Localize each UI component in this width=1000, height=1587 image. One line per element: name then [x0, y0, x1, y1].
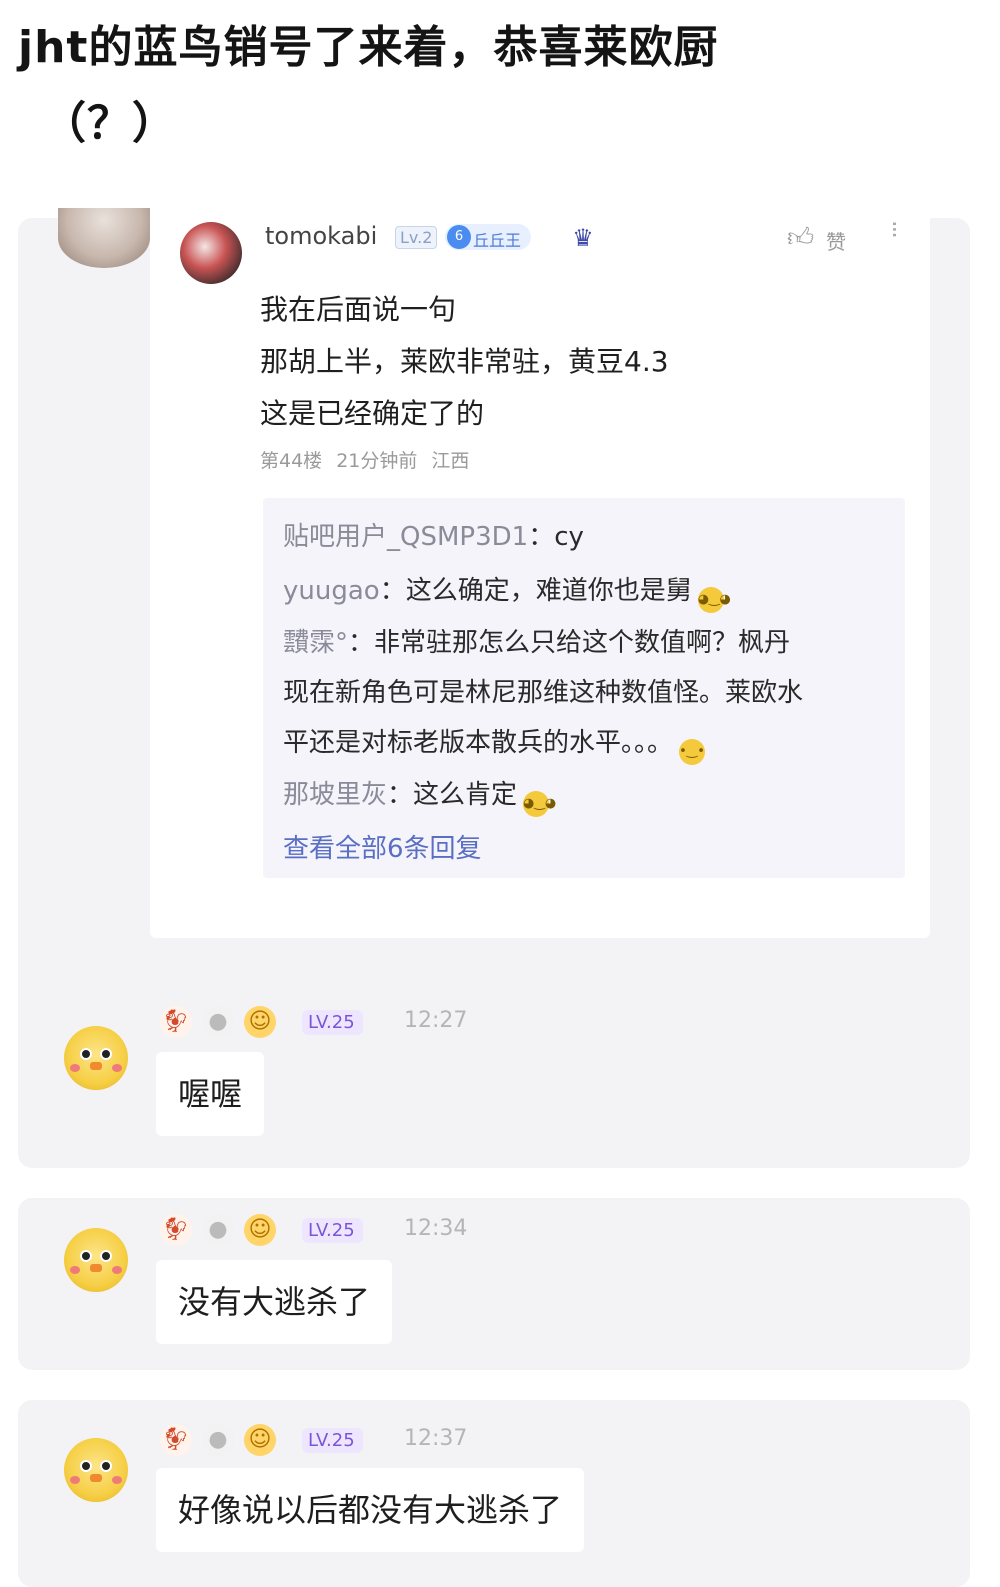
level-badge: LV.25 — [302, 1428, 363, 1453]
baby-icon: ☺ — [244, 1214, 276, 1246]
post-body-line: 这是已经确定了的 — [260, 397, 485, 430]
reply-item[interactable]: 那坡里灰：这么肯定 ◕‿◕ — [283, 768, 885, 822]
comment-card-3: 🐓︎ ● ☺ LV.25 12:37 好像说以后都没有大逃杀了 — [18, 1400, 970, 1587]
headline-line2: （？） — [42, 98, 177, 149]
like-label[interactable]: 赞 — [826, 226, 846, 255]
egg-icon: ● — [202, 1006, 234, 1038]
reply-item[interactable]: 靅霂°：非常驻那怎么只给这个数值啊？枫丹 现在新角色可是林尼那维这种数值怪。莱欧… — [283, 618, 885, 768]
emoji-icon: ◕‿◕ — [523, 791, 556, 817]
timestamp: 12:37 — [404, 1426, 468, 1451]
reaction-icons: 🐓︎ ● ☺ — [160, 1006, 276, 1038]
post-body-line: 那胡上半，莱欧非常驻，黄豆4.3 — [260, 345, 669, 378]
more-vertical-icon[interactable]: ··· — [880, 220, 908, 237]
crown-badge-icon: ♛ — [572, 224, 594, 252]
reply-author[interactable]: 贴吧用户_QSMP3D1 — [283, 522, 528, 552]
comment-card-1: tomokabi Lv.2 6 丘丘王 ♛ 👍︎ 赞 ··· 我在后面说一句 那… — [18, 208, 970, 1168]
rooster-icon: 🐓︎ — [160, 1006, 192, 1038]
reply-author[interactable]: 靅霂° — [283, 628, 348, 658]
reply-item[interactable]: 贴吧用户_QSMP3D1：cy — [283, 510, 885, 564]
comment-bubble[interactable]: 没有大逃杀了 — [156, 1260, 393, 1344]
emoji-icon: ◕‿◕ — [697, 587, 731, 613]
view-all-replies-link[interactable]: 查看全部6条回复 — [283, 822, 885, 876]
comment-card-2: 🐓︎ ● ☺ LV.25 12:34 没有大逃杀了 — [18, 1198, 970, 1370]
title-badge-number: 6 — [447, 225, 471, 249]
level-badge: LV.25 — [302, 1218, 363, 1243]
reply-author[interactable]: 那坡里灰 — [283, 780, 387, 810]
title-badge-label: 丘丘王 — [473, 231, 522, 250]
poster-avatar[interactable] — [180, 222, 242, 284]
chick-avatar[interactable] — [64, 1228, 128, 1292]
level-badge: Lv.2 — [395, 226, 438, 249]
reply-text: ：这么肯定 — [387, 780, 518, 810]
poster-username[interactable]: tomokabi — [265, 222, 377, 250]
reply-list: 贴吧用户_QSMP3D1：cy yuugao：这么确定，难道你也是舅 ◕‿◕ 靅霂… — [263, 498, 905, 878]
reaction-icons: 🐓︎ ● ☺ — [160, 1214, 276, 1246]
post-body-line: 我在后面说一句 — [260, 293, 457, 326]
timestamp: 12:27 — [404, 1008, 468, 1033]
emoji-icon: •‿• — [679, 739, 706, 765]
chick-avatar[interactable] — [64, 1026, 128, 1090]
egg-icon: ● — [202, 1424, 234, 1456]
post-meta: 第44楼 21分钟前 江西 — [260, 450, 470, 472]
reply-author[interactable]: yuugao — [283, 576, 380, 606]
reply-text: ：这么确定，难道你也是舅 — [379, 576, 692, 606]
title-badge: 6 丘丘王 — [445, 224, 532, 250]
baby-icon: ☺ — [244, 1424, 276, 1456]
chick-avatar[interactable] — [64, 1438, 128, 1502]
reply-item[interactable]: yuugao：这么确定，难道你也是舅 ◕‿◕ — [283, 564, 885, 618]
headline: jht的蓝鸟销号了来着，恭喜莱欧厨 （？） — [18, 10, 978, 162]
comment-bubble[interactable]: 喔喔 — [156, 1052, 265, 1136]
level-badge: LV.25 — [302, 1010, 363, 1035]
rooster-icon: 🐓︎ — [160, 1214, 192, 1246]
reply-text: 现在新角色可是林尼那维这种数值怪。莱欧水 — [283, 678, 804, 708]
reply-text: ：非常驻那怎么只给这个数值啊？枫丹 — [348, 628, 791, 658]
thumbs-up-icon[interactable]: 👍︎ — [787, 222, 814, 253]
timestamp: 12:34 — [404, 1216, 468, 1241]
headline-line1: jht的蓝鸟销号了来着，恭喜莱欧厨 — [18, 22, 719, 73]
avatar[interactable] — [58, 208, 150, 268]
reaction-icons: 🐓︎ ● ☺ — [160, 1424, 276, 1456]
rooster-icon: 🐓︎ — [160, 1424, 192, 1456]
post-body: 我在后面说一句 那胡上半，莱欧非常驻，黄豆4.3 这是已经确定了的 — [260, 284, 669, 440]
egg-icon: ● — [202, 1214, 234, 1246]
reply-text: 平还是对标老版本散兵的水平。。。 — [283, 728, 674, 758]
reply-text: ：cy — [528, 522, 584, 552]
quoted-post: tomokabi Lv.2 6 丘丘王 ♛ 👍︎ 赞 ··· 我在后面说一句 那… — [150, 218, 930, 938]
comment-bubble[interactable]: 好像说以后都没有大逃杀了 — [156, 1468, 585, 1552]
baby-icon: ☺ — [244, 1006, 276, 1038]
